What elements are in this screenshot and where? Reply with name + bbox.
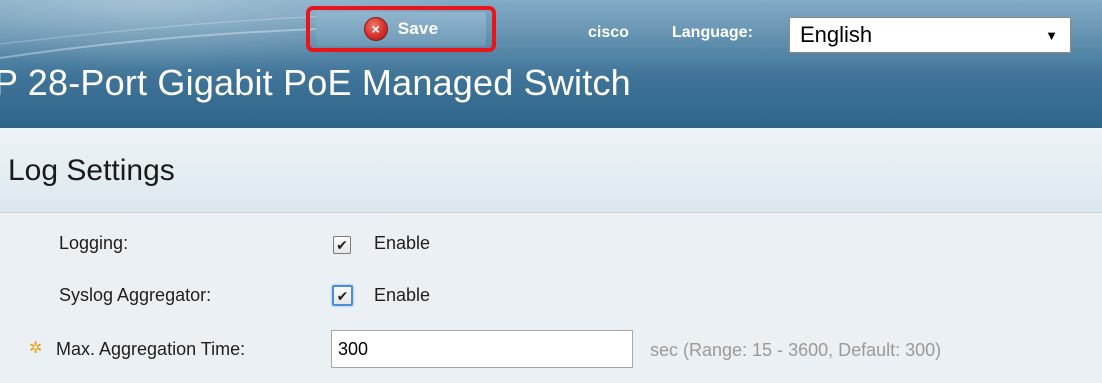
max-aggregation-time-input[interactable] (331, 330, 633, 368)
syslog-aggregator-enable-label: Enable (374, 285, 431, 305)
page-title: Log Settings (8, 154, 175, 187)
syslog-aggregator-label: Syslog Aggregator: (59, 285, 212, 305)
language-label: Language: (672, 24, 753, 41)
syslog-aggregator-enable-checkbox[interactable]: ✔ (332, 285, 353, 306)
logging-enable-label: Enable (374, 233, 431, 253)
page-title-band: Log Settings (0, 128, 1102, 213)
logging-enable-checkbox[interactable]: ✔ (333, 236, 351, 254)
required-field-icon: ✲ (29, 340, 43, 357)
save-button[interactable]: × Save (316, 12, 486, 46)
product-title: P 28-Port Gigabit PoE Managed Switch (0, 62, 631, 103)
language-select[interactable]: English ▼ (789, 17, 1071, 53)
save-label: Save (397, 19, 439, 38)
log-settings-form: Logging: ✔ Enable Syslog Aggregator: ✔ E… (0, 213, 1102, 383)
checkmark-icon: ✔ (336, 237, 348, 253)
chevron-down-icon: ▼ (1045, 27, 1058, 43)
checkmark-icon: ✔ (336, 287, 349, 304)
app-header: × Save cisco Language: English ▼ P 28-Po… (0, 0, 1102, 128)
max-aggregation-time-label: Max. Aggregation Time: (56, 339, 246, 359)
language-selected-value: English (800, 22, 873, 47)
brand-name: cisco (588, 24, 629, 41)
unsaved-changes-icon: × (363, 17, 388, 41)
max-aggregation-time-hint: sec (Range: 15 - 3600, Default: 300) (650, 340, 942, 360)
logging-label: Logging: (59, 233, 129, 253)
